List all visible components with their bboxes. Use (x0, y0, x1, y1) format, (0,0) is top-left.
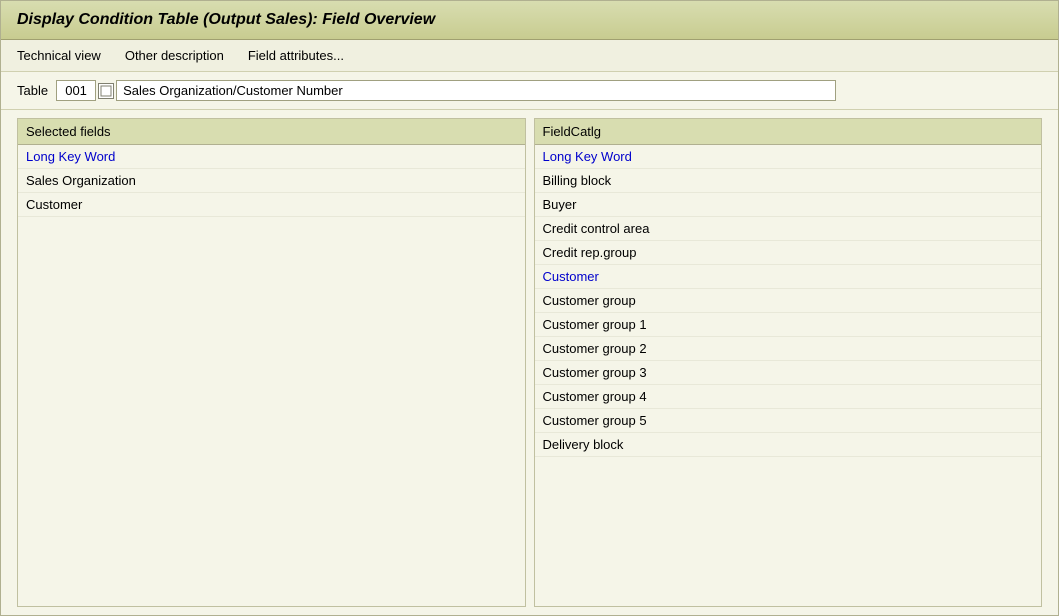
menu-bar: Technical view Other description Field a… (1, 40, 1058, 72)
list-item[interactable]: Customer (535, 265, 1042, 289)
right-panel-header: FieldCatlg (535, 119, 1042, 145)
table-field-row: Table (1, 72, 1058, 110)
list-item[interactable]: Customer group 3 (535, 361, 1042, 385)
list-item[interactable]: Long Key Word (535, 145, 1042, 169)
left-panel-list: Long Key Word Sales Organization Custome… (18, 145, 525, 606)
list-item[interactable]: Sales Organization (18, 169, 525, 193)
menu-field-attributes[interactable]: Field attributes... (248, 48, 344, 63)
content-area: Selected fields Long Key Word Sales Orga… (1, 110, 1058, 615)
list-item[interactable]: Billing block (535, 169, 1042, 193)
right-panel-list: Long Key Word Billing block Buyer Credit… (535, 145, 1042, 606)
right-panel: FieldCatlg Long Key Word Billing block B… (534, 118, 1043, 607)
list-item[interactable]: Customer group (535, 289, 1042, 313)
list-item[interactable]: Delivery block (535, 433, 1042, 457)
main-window: Display Condition Table (Output Sales): … (0, 0, 1059, 616)
list-item[interactable]: Buyer (535, 193, 1042, 217)
menu-other-description[interactable]: Other description (125, 48, 224, 63)
table-description-input[interactable] (116, 80, 836, 101)
table-checkbox[interactable] (98, 83, 114, 99)
list-item[interactable]: Customer (18, 193, 525, 217)
left-panel-header: Selected fields (18, 119, 525, 145)
list-item[interactable]: Credit control area (535, 217, 1042, 241)
list-item[interactable]: Customer group 4 (535, 385, 1042, 409)
list-item[interactable]: Customer group 2 (535, 337, 1042, 361)
table-input-group (56, 80, 836, 101)
page-title: Display Condition Table (Output Sales): … (17, 11, 1042, 29)
list-item[interactable]: Customer group 1 (535, 313, 1042, 337)
list-item[interactable]: Customer group 5 (535, 409, 1042, 433)
title-bar: Display Condition Table (Output Sales): … (1, 1, 1058, 40)
left-panel: Selected fields Long Key Word Sales Orga… (17, 118, 526, 607)
list-item[interactable]: Credit rep.group (535, 241, 1042, 265)
table-number-input[interactable] (56, 80, 96, 101)
checkbox-icon (100, 85, 112, 97)
table-label: Table (17, 83, 48, 98)
menu-technical-view[interactable]: Technical view (17, 48, 101, 63)
list-item[interactable]: Long Key Word (18, 145, 525, 169)
